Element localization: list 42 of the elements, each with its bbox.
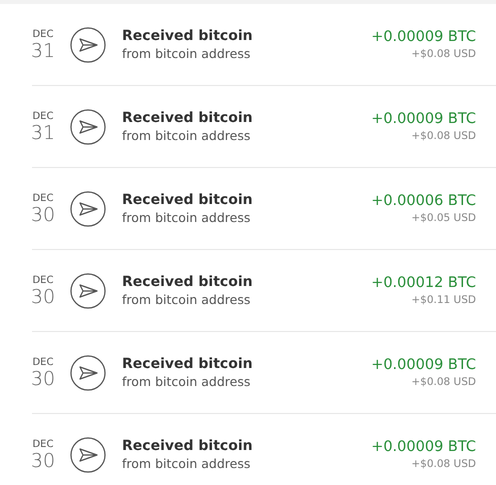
date-day: 31	[30, 40, 56, 60]
paper-plane-icon	[70, 108, 106, 144]
transaction-title: Received bitcoin	[122, 191, 254, 209]
amount-crypto: +0.00012 BTC	[371, 274, 476, 293]
transaction-source: from bitcoin address	[122, 373, 252, 390]
paper-plane-icon	[70, 190, 106, 226]
amount-crypto: +0.00009 BTC	[371, 28, 476, 47]
amount-crypto: +0.00009 BTC	[371, 438, 476, 457]
amount-fiat: +$0.05 USD	[411, 211, 476, 225]
date-day: 30	[30, 286, 56, 306]
amount-crypto: +0.00009 BTC	[371, 356, 476, 375]
transaction-source: from bitcoin address	[122, 45, 252, 62]
transaction-source: from bitcoin address	[122, 127, 252, 144]
date-day: 30	[30, 368, 56, 388]
transaction-title: Received bitcoin	[122, 27, 254, 45]
date-month: DEC	[32, 28, 54, 40]
paper-plane-icon	[70, 272, 106, 308]
date-month: DEC	[32, 356, 54, 368]
amount-fiat: +$0.11 USD	[411, 293, 476, 307]
date-month: DEC	[32, 192, 54, 204]
transaction-title: Received bitcoin	[122, 355, 254, 373]
paper-plane-icon	[70, 26, 106, 62]
amount-fiat: +$0.08 USD	[411, 47, 476, 61]
amount-crypto: +0.00009 BTC	[371, 110, 476, 129]
date-month: DEC	[32, 274, 54, 286]
transaction-source: from bitcoin address	[122, 209, 252, 226]
transaction-title: Received bitcoin	[122, 109, 254, 127]
date-day: 30	[30, 204, 56, 224]
date-day: 31	[30, 122, 56, 142]
amount-crypto: +0.00006 BTC	[371, 192, 476, 211]
paper-plane-icon	[70, 354, 106, 390]
amount-fiat: +$0.08 USD	[411, 375, 476, 389]
transaction-source: from bitcoin address	[122, 455, 252, 472]
transaction-title: Received bitcoin	[122, 437, 254, 455]
date-month: DEC	[32, 110, 54, 122]
transaction-source: from bitcoin address	[122, 291, 252, 308]
paper-plane-icon	[70, 436, 106, 472]
date-day: 30	[30, 450, 56, 470]
transaction-title: Received bitcoin	[122, 273, 254, 291]
amount-fiat: +$0.08 USD	[411, 457, 476, 471]
date-month: DEC	[32, 438, 54, 450]
amount-fiat: +$0.08 USD	[411, 129, 476, 143]
